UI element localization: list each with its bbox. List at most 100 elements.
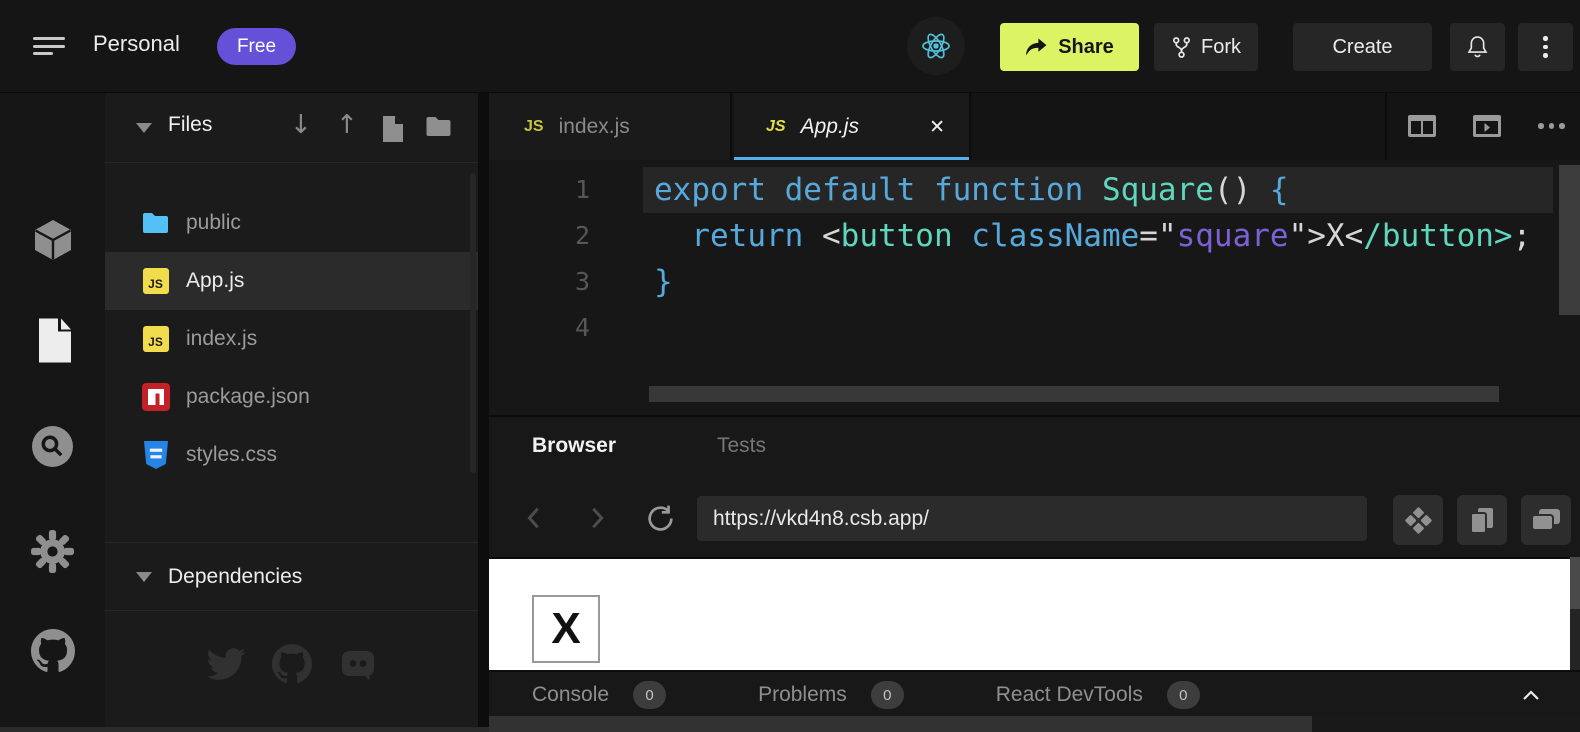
create-button[interactable]: Create	[1293, 23, 1432, 71]
file-row-styles-css[interactable]: styles.css	[105, 426, 478, 484]
social-links	[105, 644, 478, 684]
tab-bar-divider	[1385, 93, 1387, 160]
twitter-icon[interactable]	[206, 647, 246, 681]
plan-badge: Free	[217, 28, 296, 65]
tab-label: App.js	[801, 115, 859, 139]
split-view-icon[interactable]	[1408, 115, 1436, 142]
workspace-name[interactable]: Personal	[93, 31, 180, 57]
sandbox-cube-icon[interactable]	[0, 218, 105, 262]
more-options-button[interactable]	[1518, 23, 1573, 71]
open-in-new-window-button[interactable]	[1521, 495, 1571, 545]
fork-button-label: Fork	[1201, 36, 1241, 59]
share-button[interactable]: Share	[1000, 23, 1139, 71]
status-bar: Console 0 Problems 0 React DevTools 0	[489, 670, 1580, 718]
forward-icon[interactable]	[585, 504, 609, 537]
chevron-down-icon	[136, 572, 152, 582]
editor-horizontal-scrollbar[interactable]	[649, 386, 1499, 402]
console-horizontal-scrollbar[interactable]	[489, 716, 1312, 732]
react-devtools-tab[interactable]: React DevTools	[996, 683, 1143, 707]
fork-button[interactable]: Fork	[1154, 23, 1258, 71]
download-icon[interactable]: ↓	[290, 110, 312, 140]
console-count-badge: 0	[633, 681, 666, 709]
file-explorer-panel: Files ↓ ↑ public JS App.js JS	[105, 93, 478, 732]
new-file-icon[interactable]	[381, 116, 403, 147]
copy-preview-button[interactable]	[1457, 495, 1507, 545]
activity-bar	[0, 93, 105, 732]
preview-scrollbar-track[interactable]	[1570, 557, 1580, 670]
refresh-icon[interactable]	[645, 503, 676, 539]
upload-icon[interactable]: ↑	[336, 110, 358, 140]
editor-more-icon[interactable]	[1538, 123, 1565, 129]
tab-index-js[interactable]: JS index.js	[489, 93, 732, 160]
back-icon[interactable]	[522, 504, 546, 537]
file-row-package-json[interactable]: package.json	[105, 368, 478, 426]
files-explorer-icon[interactable]	[0, 318, 105, 363]
fork-icon	[1171, 36, 1192, 59]
square-x-button[interactable]: X	[532, 595, 600, 663]
file-row-index-js[interactable]: JS index.js	[105, 310, 478, 368]
chevron-down-icon	[136, 123, 152, 133]
code-line: 4	[489, 305, 1580, 351]
preview-actions-button[interactable]	[1393, 495, 1443, 545]
problems-count-badge: 0	[871, 681, 904, 709]
line-number: 3	[489, 259, 590, 305]
css-icon	[141, 440, 170, 470]
diamond-grid-icon	[1403, 505, 1434, 536]
tab-app-js[interactable]: JS App.js ✕	[734, 93, 971, 160]
line-number: 4	[489, 305, 590, 351]
explorer-scrollbar[interactable]	[470, 173, 476, 473]
menu-icon[interactable]	[33, 37, 65, 56]
windows-icon	[1530, 507, 1562, 533]
new-folder-icon[interactable]	[425, 116, 452, 143]
tab-tests[interactable]: Tests	[717, 434, 766, 458]
discord-icon[interactable]	[338, 644, 378, 684]
files-header-label: Files	[168, 113, 212, 137]
open-preview-icon[interactable]	[1473, 115, 1501, 142]
github-icon[interactable]	[0, 629, 105, 673]
kebab-menu-icon	[1543, 36, 1548, 58]
close-icon[interactable]: ✕	[929, 116, 945, 138]
devtools-count-badge: 0	[1167, 681, 1200, 709]
preview-scrollbar-thumb[interactable]	[1570, 557, 1580, 609]
search-icon[interactable]	[0, 425, 105, 468]
line-number: 2	[489, 213, 590, 259]
settings-gear-icon[interactable]	[0, 529, 105, 574]
javascript-file-icon: JS	[141, 268, 170, 294]
react-logo-icon	[907, 17, 965, 75]
codesandbox-app: Personal Free Share	[0, 0, 1580, 732]
editor-column: JS index.js JS App.js ✕ 1 export default…	[489, 93, 1580, 732]
code-line-content: }	[643, 259, 1553, 305]
file-name: App.js	[186, 269, 244, 293]
share-button-label: Share	[1058, 36, 1114, 59]
url-input[interactable]: https://vkd4n8.csb.app/	[697, 496, 1367, 541]
github-icon[interactable]	[272, 644, 312, 684]
file-name: index.js	[186, 327, 257, 351]
create-button-label: Create	[1332, 36, 1392, 59]
file-name: styles.css	[186, 443, 277, 467]
files-section-header[interactable]: Files ↓ ↑	[105, 93, 478, 163]
code-line-content: return <button className="square">X</but…	[643, 213, 1553, 259]
dependencies-section-header[interactable]: Dependencies	[105, 542, 478, 611]
bell-icon	[1465, 34, 1490, 61]
npm-icon	[141, 383, 170, 411]
code-line-content: export default function Square() {	[643, 167, 1553, 213]
file-name: public	[186, 211, 241, 235]
problems-tab[interactable]: Problems	[758, 683, 847, 707]
file-name: package.json	[186, 385, 310, 409]
editor-vertical-scrollbar[interactable]	[1559, 165, 1580, 315]
top-bar: Personal Free Share	[0, 0, 1580, 93]
javascript-file-icon: JS	[766, 118, 786, 136]
file-row-app-js[interactable]: JS App.js	[105, 252, 478, 310]
console-tab[interactable]: Console	[532, 683, 609, 707]
folder-icon	[141, 211, 170, 235]
chevron-up-icon[interactable]	[1522, 690, 1540, 701]
editor-tab-bar: JS index.js JS App.js ✕	[489, 93, 1580, 160]
dependencies-header-label: Dependencies	[168, 565, 302, 589]
code-editor[interactable]: 1 export default function Square() { 2 r…	[489, 160, 1580, 415]
notifications-button[interactable]	[1450, 23, 1505, 71]
tab-label: index.js	[559, 115, 630, 139]
file-row-public[interactable]: public	[105, 194, 478, 252]
code-line: 2 return <button className="square">X</b…	[489, 213, 1580, 259]
tab-browser[interactable]: Browser	[532, 434, 616, 458]
bottom-strip	[1312, 716, 1580, 732]
